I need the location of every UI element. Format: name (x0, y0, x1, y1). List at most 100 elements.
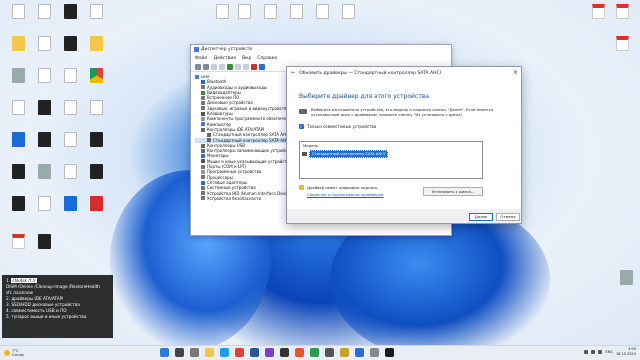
desktop-icon[interactable] (82, 132, 110, 162)
search-icon[interactable] (175, 348, 184, 357)
desktop-icon[interactable] (82, 4, 110, 34)
network-icon[interactable] (591, 350, 596, 354)
model-item-selected[interactable]: Стандартный контроллер SATA AHCI (309, 150, 389, 158)
signed-driver-text: Драйвер имеет цифровую подпись. (307, 185, 379, 190)
device-manager-titlebar[interactable]: Диспетчер устройств (191, 45, 451, 54)
app-icon (89, 164, 103, 179)
next-button[interactable]: Далее (469, 213, 493, 221)
desktop-icon[interactable] (30, 68, 58, 98)
tray-chevron-icon[interactable] (584, 350, 589, 354)
properties-icon[interactable] (211, 64, 217, 70)
clock[interactable]: 3:09 18.10.2024 (616, 347, 636, 357)
app-icon (11, 196, 25, 211)
folder-icon (11, 36, 25, 51)
desktop-icon[interactable] (4, 68, 32, 98)
desktop-icon[interactable] (56, 4, 84, 34)
desktop-icon[interactable] (56, 196, 84, 226)
app-taskbar-icon[interactable] (325, 348, 334, 357)
desktop-icon[interactable] (334, 4, 362, 34)
desktop-icon[interactable] (56, 164, 84, 194)
desktop-icon-chrome[interactable] (82, 68, 110, 98)
volume-icon[interactable] (598, 350, 603, 354)
desktop-icon[interactable] (608, 36, 636, 66)
app-taskbar-icon[interactable] (385, 348, 394, 357)
help-icon[interactable] (219, 64, 225, 70)
desktop-icon[interactable] (82, 196, 110, 226)
desktop-icon[interactable] (82, 100, 110, 130)
model-listbox[interactable]: Модель Стандартный контроллер SATA AHCI (299, 141, 483, 179)
desktop-icon[interactable] (30, 132, 58, 162)
menu-file[interactable]: Файл (195, 54, 207, 63)
app-taskbar-icon[interactable] (355, 348, 364, 357)
start-icon[interactable] (160, 348, 169, 357)
desktop-icon[interactable] (4, 234, 32, 264)
taskbar-apps (160, 348, 394, 357)
forward-icon[interactable] (203, 64, 209, 70)
desktop-icon[interactable] (30, 196, 58, 226)
close-icon[interactable]: × (513, 69, 518, 76)
desktop-icon[interactable] (56, 36, 84, 66)
desktop-icon[interactable] (4, 36, 32, 66)
pdf-icon (11, 234, 25, 249)
desktop-icon-recycle-bin[interactable] (612, 270, 640, 300)
disable-device-icon[interactable] (243, 64, 249, 70)
desktop-icon[interactable] (30, 4, 58, 34)
desktop-icon[interactable] (56, 132, 84, 162)
cancel-button[interactable]: Отмена (496, 213, 520, 221)
file-icon (289, 4, 303, 19)
model-header: Модель (303, 143, 319, 148)
component-icon (201, 117, 205, 122)
back-icon[interactable] (195, 64, 201, 70)
language-indicator[interactable]: ENG (605, 350, 613, 354)
desktop-icon[interactable] (4, 196, 32, 226)
scan-hardware-icon[interactable] (227, 64, 233, 70)
desktop-icon[interactable] (4, 164, 32, 194)
desktop-icon[interactable] (30, 100, 58, 130)
app-taskbar-icon[interactable] (265, 348, 274, 357)
compatible-only-checkbox[interactable]: ✓ (299, 124, 304, 129)
desktop-icon[interactable] (256, 4, 284, 34)
app-icon (63, 196, 77, 211)
compatible-only-checkbox-row[interactable]: ✓ Только совместимые устройства (299, 124, 521, 129)
edge-icon[interactable] (220, 348, 229, 357)
menu-action[interactable]: Действие (213, 54, 236, 63)
desktop-icon[interactable] (4, 100, 32, 130)
app-taskbar-icon[interactable] (250, 348, 259, 357)
desktop-icon[interactable] (4, 132, 32, 162)
dialog-intro-text: Выберите изготовителя устройства, его мо… (311, 107, 494, 117)
desktop-icon[interactable] (30, 234, 58, 264)
menu-help[interactable]: Справка (257, 54, 277, 63)
app-taskbar-icon[interactable] (280, 348, 289, 357)
app-taskbar-icon[interactable] (370, 348, 379, 357)
desktop-icon[interactable] (82, 164, 110, 194)
desktop-icon[interactable] (608, 4, 636, 34)
desktop-icon[interactable] (56, 100, 84, 130)
add-hardware-icon[interactable] (259, 64, 265, 70)
update-driver-icon[interactable] (235, 64, 241, 70)
file-explorer-icon[interactable] (205, 348, 214, 357)
app-taskbar-icon[interactable] (340, 348, 349, 357)
weather-widget[interactable]: 7°C Cloudy (4, 349, 24, 357)
desktop-icon[interactable] (282, 4, 310, 34)
menu-view[interactable]: Вид (242, 54, 251, 63)
app-taskbar-icon[interactable] (310, 348, 319, 357)
chrome-taskbar-icon[interactable] (235, 348, 244, 357)
list-item[interactable]: Стандартный контроллер SATA AHCI (302, 150, 480, 158)
app-taskbar-icon[interactable] (295, 348, 304, 357)
have-disk-button[interactable]: Установить с диска... (423, 187, 483, 196)
update-driver-dialog[interactable]: ← Обновить драйверы — Стандартный контро… (286, 66, 522, 224)
file-icon (237, 4, 251, 19)
desktop-icon[interactable] (56, 68, 84, 98)
desktop-icon[interactable] (230, 4, 258, 34)
driver-signing-link[interactable]: Сведения о подписывании драйверов (307, 192, 383, 197)
file-icon (63, 68, 77, 83)
desktop-icon[interactable] (30, 164, 58, 194)
recycle-bin-icon (11, 4, 25, 19)
desktop-icon-recycle-bin[interactable] (4, 4, 32, 34)
desktop-icon[interactable] (30, 36, 58, 66)
desktop-icon[interactable] (82, 36, 110, 66)
desktop-icon[interactable] (308, 4, 336, 34)
back-arrow-icon[interactable]: ← (291, 70, 295, 76)
task-view-icon[interactable] (190, 348, 199, 357)
uninstall-icon[interactable] (251, 64, 257, 70)
